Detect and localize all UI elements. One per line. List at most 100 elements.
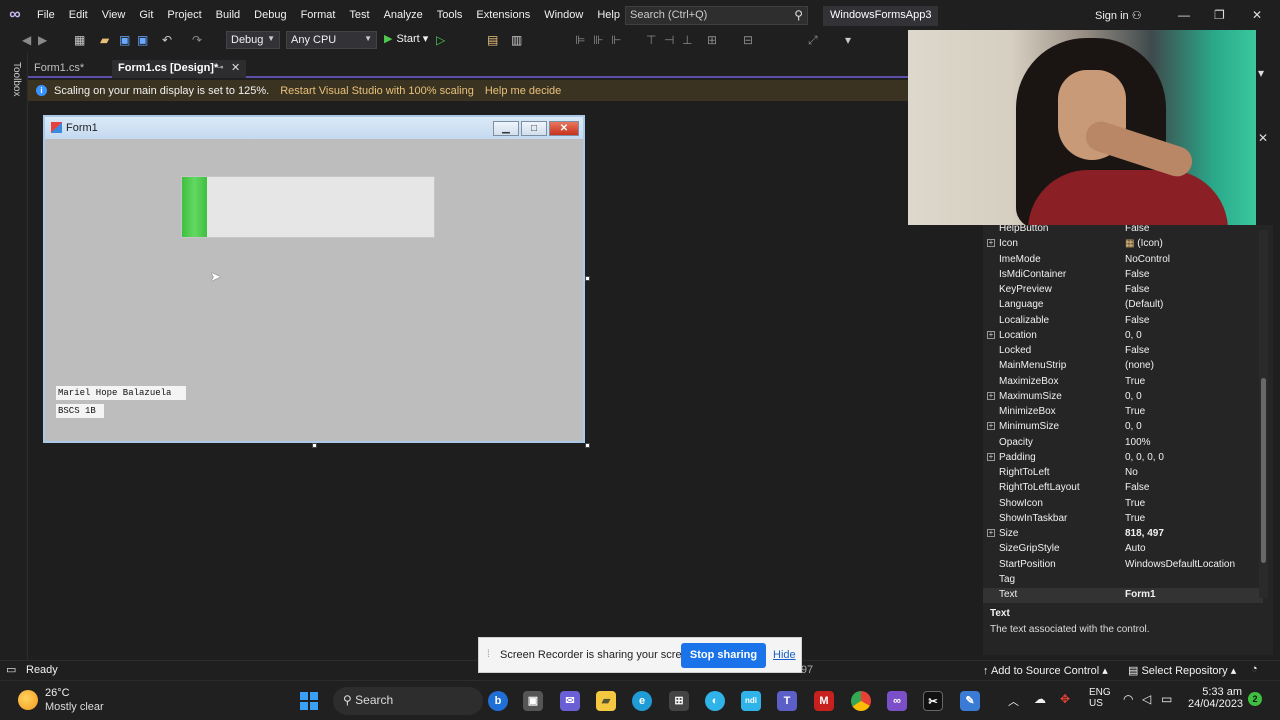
menu-item-view[interactable]: View (95, 0, 133, 30)
property-value[interactable]: True (1125, 513, 1145, 524)
property-row-righttoleftlayout[interactable]: RightToLeftLayout False (983, 481, 1263, 496)
expand-icon[interactable]: + (987, 239, 995, 248)
back-icon[interactable]: ◀ (22, 33, 31, 47)
resize-handle-bottom[interactable] (312, 443, 317, 448)
properties-scroll-thumb[interactable] (1261, 378, 1266, 563)
form-maximize-icon[interactable]: □ (521, 121, 547, 136)
property-row-localizable[interactable]: Localizable False (983, 314, 1263, 329)
expand-icon[interactable]: + (987, 330, 995, 339)
taskbar-search[interactable]: ⚲ Search (333, 687, 483, 715)
align-bottom-icon[interactable]: ⊥ (682, 33, 692, 47)
edge-icon[interactable]: e (632, 691, 652, 711)
add-to-source-control-button[interactable]: ↑ Add to Source Control ▴ (983, 664, 1108, 677)
property-row-minimizebox[interactable]: MinimizeBox True (983, 405, 1263, 420)
open-folder-icon[interactable]: ▰ (100, 33, 109, 47)
undo-icon[interactable]: ↶ (162, 33, 172, 47)
chrome-icon[interactable] (851, 691, 871, 711)
toolbar-overflow-icon[interactable]: ▾ (845, 33, 851, 47)
property-row-showicon[interactable]: ShowIcon True (983, 497, 1263, 512)
spacing-icon[interactable]: ⤢ (808, 33, 818, 48)
progress-bar[interactable] (181, 176, 435, 238)
menu-item-project[interactable]: Project (160, 0, 208, 30)
form-close-icon[interactable]: ✕ (549, 121, 579, 136)
property-row-location[interactable]: + Location 0, 0 (983, 329, 1263, 344)
volume-icon[interactable]: ◁ (1142, 692, 1151, 706)
menu-item-git[interactable]: Git (132, 0, 160, 30)
property-value[interactable]: False (1125, 315, 1149, 326)
menu-item-help[interactable]: Help (590, 0, 627, 30)
expand-icon[interactable]: + (987, 391, 995, 400)
start-debugging-button[interactable]: ▶ Start ▾ (384, 32, 428, 45)
property-value[interactable]: (Default) (1125, 299, 1163, 310)
panel-close-icon[interactable]: ✕ (1258, 131, 1268, 145)
drag-grip-icon[interactable]: ⁞ (487, 649, 490, 660)
solution-explorer-icon[interactable]: ▤ (487, 33, 498, 47)
task-view-icon[interactable]: ▣ (523, 691, 543, 711)
language-indicator[interactable]: ENG US (1089, 687, 1111, 709)
save-icon[interactable]: ▣ (119, 33, 130, 47)
property-value[interactable]: ▦ (Icon) (1125, 238, 1163, 249)
align-center-icon[interactable]: ⊪ (593, 33, 603, 47)
start-without-debugging-icon[interactable]: ▷ (436, 33, 445, 47)
property-row-minimumsize[interactable]: + MinimumSize 0, 0 (983, 420, 1263, 435)
property-row-maximumsize[interactable]: + MaximumSize 0, 0 (983, 390, 1263, 405)
property-row-keypreview[interactable]: KeyPreview False (983, 283, 1263, 298)
onedrive-cloud-icon[interactable]: ☁ (1034, 692, 1046, 706)
tab-form1-design[interactable]: Form1.cs [Design]* ⊸ ✕ (112, 60, 246, 78)
property-value[interactable]: 0, 0, 0, 0 (1125, 452, 1164, 463)
form-minimize-icon[interactable]: ▁ (493, 121, 519, 136)
property-row-startposition[interactable]: StartPosition WindowsDefaultLocation (983, 558, 1263, 573)
form1-window[interactable]: Form1 ▁ □ ✕ Mariel Hope Balazuela BSCS 1… (43, 115, 585, 443)
new-project-icon[interactable]: ▦ (74, 33, 85, 47)
windows-start-icon[interactable] (299, 691, 319, 711)
pin-icon[interactable]: ⊸ (216, 62, 224, 73)
layout-icon[interactable]: ▥ (511, 33, 522, 47)
property-row-tag[interactable]: Tag (983, 573, 1263, 588)
close-tab-icon[interactable]: ✕ (231, 61, 240, 74)
notification-badge[interactable]: 2 (1248, 692, 1262, 706)
property-value[interactable]: False (1125, 345, 1149, 356)
toolbox-tab[interactable]: Toolbox (11, 62, 22, 96)
resize-handle-corner[interactable] (585, 443, 590, 448)
panel-pin-icon[interactable]: ▾ (1258, 66, 1264, 80)
property-value[interactable]: WindowsDefaultLocation (1125, 559, 1235, 570)
property-value[interactable]: 818, 497 (1125, 528, 1164, 539)
mcafee-icon[interactable]: M (814, 691, 834, 711)
property-row-imemode[interactable]: ImeMode NoControl (983, 253, 1263, 268)
tray-app-icon[interactable]: ✥ (1060, 692, 1070, 706)
clock[interactable]: 5:33 am 24/04/2023 (1188, 686, 1243, 710)
menu-item-build[interactable]: Build (209, 0, 247, 30)
property-row-padding[interactable]: + Padding 0, 0, 0, 0 (983, 451, 1263, 466)
solution-name-badge[interactable]: WindowsFormsApp3 (823, 6, 939, 26)
property-row-opacity[interactable]: Opacity 100% (983, 436, 1263, 451)
hide-link[interactable]: Hide (773, 649, 796, 661)
restart-scaling-link[interactable]: Restart Visual Studio with 100% scaling (280, 85, 474, 97)
tab-form1-code[interactable]: Form1.cs* (28, 60, 110, 78)
property-row-language[interactable]: Language (Default) (983, 298, 1263, 313)
property-value[interactable]: 0, 0 (1125, 421, 1142, 432)
property-row-sizegripstyle[interactable]: SizeGripStyle Auto (983, 542, 1263, 557)
visual-studio-icon[interactable]: ∞ (887, 691, 907, 711)
property-row-maximizebox[interactable]: MaximizeBox True (983, 375, 1263, 390)
snipping-tool-icon[interactable]: ✎ (960, 691, 980, 711)
file-explorer-icon[interactable]: ▰ (596, 691, 616, 711)
forward-icon[interactable]: ▶ (38, 33, 47, 47)
property-value[interactable]: Auto (1125, 543, 1146, 554)
property-value[interactable]: True (1125, 498, 1145, 509)
menu-item-debug[interactable]: Debug (247, 0, 293, 30)
property-value[interactable]: True (1125, 376, 1145, 387)
teams-chat-icon[interactable]: ✉ (560, 691, 580, 711)
property-value[interactable]: False (1125, 269, 1149, 280)
save-all-icon[interactable]: ▣ (137, 33, 148, 47)
align-right-icon[interactable]: ⊩ (611, 33, 621, 47)
photos-icon[interactable]: ◐ (705, 691, 725, 711)
menu-item-file[interactable]: File (30, 0, 62, 30)
align-left-icon[interactable]: ⊫ (575, 33, 585, 47)
platform-select[interactable]: Any CPU ▼ (286, 31, 377, 49)
stop-sharing-button[interactable]: Stop sharing (681, 643, 766, 668)
notifications-bell-icon[interactable]: ◔ (1251, 663, 1258, 675)
align-middle-icon[interactable]: ⊣ (664, 33, 674, 47)
redo-icon[interactable]: ↷ (192, 33, 202, 47)
property-value[interactable]: False (1125, 482, 1149, 493)
minimize-icon[interactable]: — (1178, 8, 1190, 22)
